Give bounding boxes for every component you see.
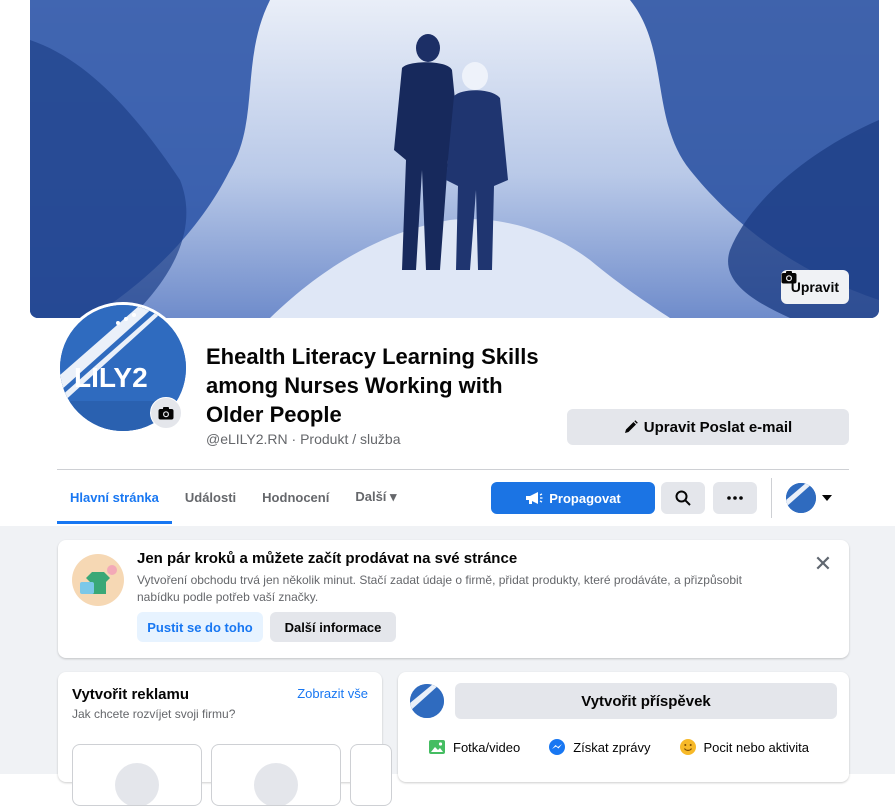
shop-setup-banner: Jen pár kroků a můžete začít prodávat na… [58, 540, 849, 658]
smiley-icon [679, 739, 696, 755]
actions-divider [771, 478, 772, 518]
tab-reviews[interactable]: Hodnocení [249, 470, 342, 524]
shop-icon [72, 554, 124, 606]
page-switcher-button[interactable] [786, 482, 838, 514]
photo-video-action[interactable]: Fotka/video [428, 738, 520, 756]
search-button[interactable] [661, 482, 705, 514]
start-shop-button[interactable]: Pustit se do toho [137, 612, 263, 642]
tab-events[interactable]: Události [172, 470, 249, 524]
page-handle-category: @eLILY2.RN · Produkt / služba [206, 431, 401, 447]
create-ad-title: Vytvořit reklamu [72, 686, 189, 703]
promote-button[interactable]: Propagovat [491, 482, 655, 514]
close-icon[interactable]: ✕ [811, 553, 835, 577]
elily2-logo-small [786, 483, 816, 513]
page-avatar-small [786, 483, 816, 513]
post-composer: Vytvořit příspěvek Fotka/video Získat zp… [398, 672, 849, 782]
search-icon [675, 490, 691, 506]
create-ad-subtitle: Jak chcete rozvíjet svoji firmu? [72, 707, 236, 721]
edit-avatar-button[interactable] [150, 397, 182, 429]
edit-cover-button[interactable]: Upravit [780, 270, 849, 304]
ellipsis-icon [727, 496, 743, 500]
promote-label: Propagovat [549, 490, 621, 506]
megaphone-icon [526, 492, 543, 504]
pencil-icon [624, 420, 638, 433]
elily2-logo-small [410, 684, 444, 718]
learn-more-button[interactable]: Další informace [270, 612, 396, 642]
create-ad-panel: Vytvořit reklamu Jak chcete rozvíjet svo… [58, 672, 392, 806]
shop-banner-title: Jen pár kroků a můžete začít prodávat na… [137, 550, 518, 567]
edit-send-email-button[interactable]: Upravit Poslat e-mail [567, 409, 849, 445]
logo-text: LILY2 [74, 362, 148, 393]
see-all-link[interactable]: Zobrazit vše [297, 686, 368, 701]
profile-avatar-wrap: LILY2 [57, 302, 189, 434]
more-options-button[interactable] [713, 482, 757, 514]
cover-illustration [30, 0, 879, 318]
messenger-icon [549, 739, 566, 755]
ad-option-icon [254, 763, 298, 805]
get-messages-label: Získat zprávy [573, 739, 651, 755]
composer-avatar [410, 684, 444, 718]
camera-icon [158, 407, 174, 420]
photo-icon [429, 740, 445, 754]
get-messages-action[interactable]: Získat zprávy [548, 738, 651, 756]
shop-banner-description: Vytvoření obchodu trvá jen několik minut… [137, 573, 742, 604]
ad-option-tile[interactable] [72, 744, 202, 806]
create-post-button[interactable]: Vytvořit příspěvek [455, 683, 837, 719]
shop-illustration [72, 554, 124, 606]
feeling-activity-label: Pocit nebo aktivita [703, 739, 810, 755]
photo-video-label: Fotka/video [453, 739, 521, 755]
chevron-down-icon [822, 495, 832, 501]
edit-cover-label: Upravit [790, 279, 839, 295]
ad-option-icon [115, 763, 159, 805]
tab-home[interactable]: Hlavní stránka [57, 470, 172, 524]
feeling-activity-action[interactable]: Pocit nebo aktivita [679, 738, 810, 756]
edit-send-email-label: Upravit Poslat e-mail [643, 418, 793, 436]
tab-more[interactable]: Další ▾ [342, 470, 409, 524]
camera-icon [781, 271, 797, 284]
ad-option-tile[interactable] [350, 744, 392, 806]
ad-option-tile[interactable] [211, 744, 341, 806]
cover-photo: Upravit [30, 0, 879, 318]
composer-actions: Fotka/video Získat zprávy Pocit nebo akt… [428, 738, 848, 756]
page-title: Ehealth Literacy Learning Skills among N… [206, 344, 539, 427]
page-tabs: Hlavní stránka Události Hodnocení Další … [57, 470, 410, 524]
